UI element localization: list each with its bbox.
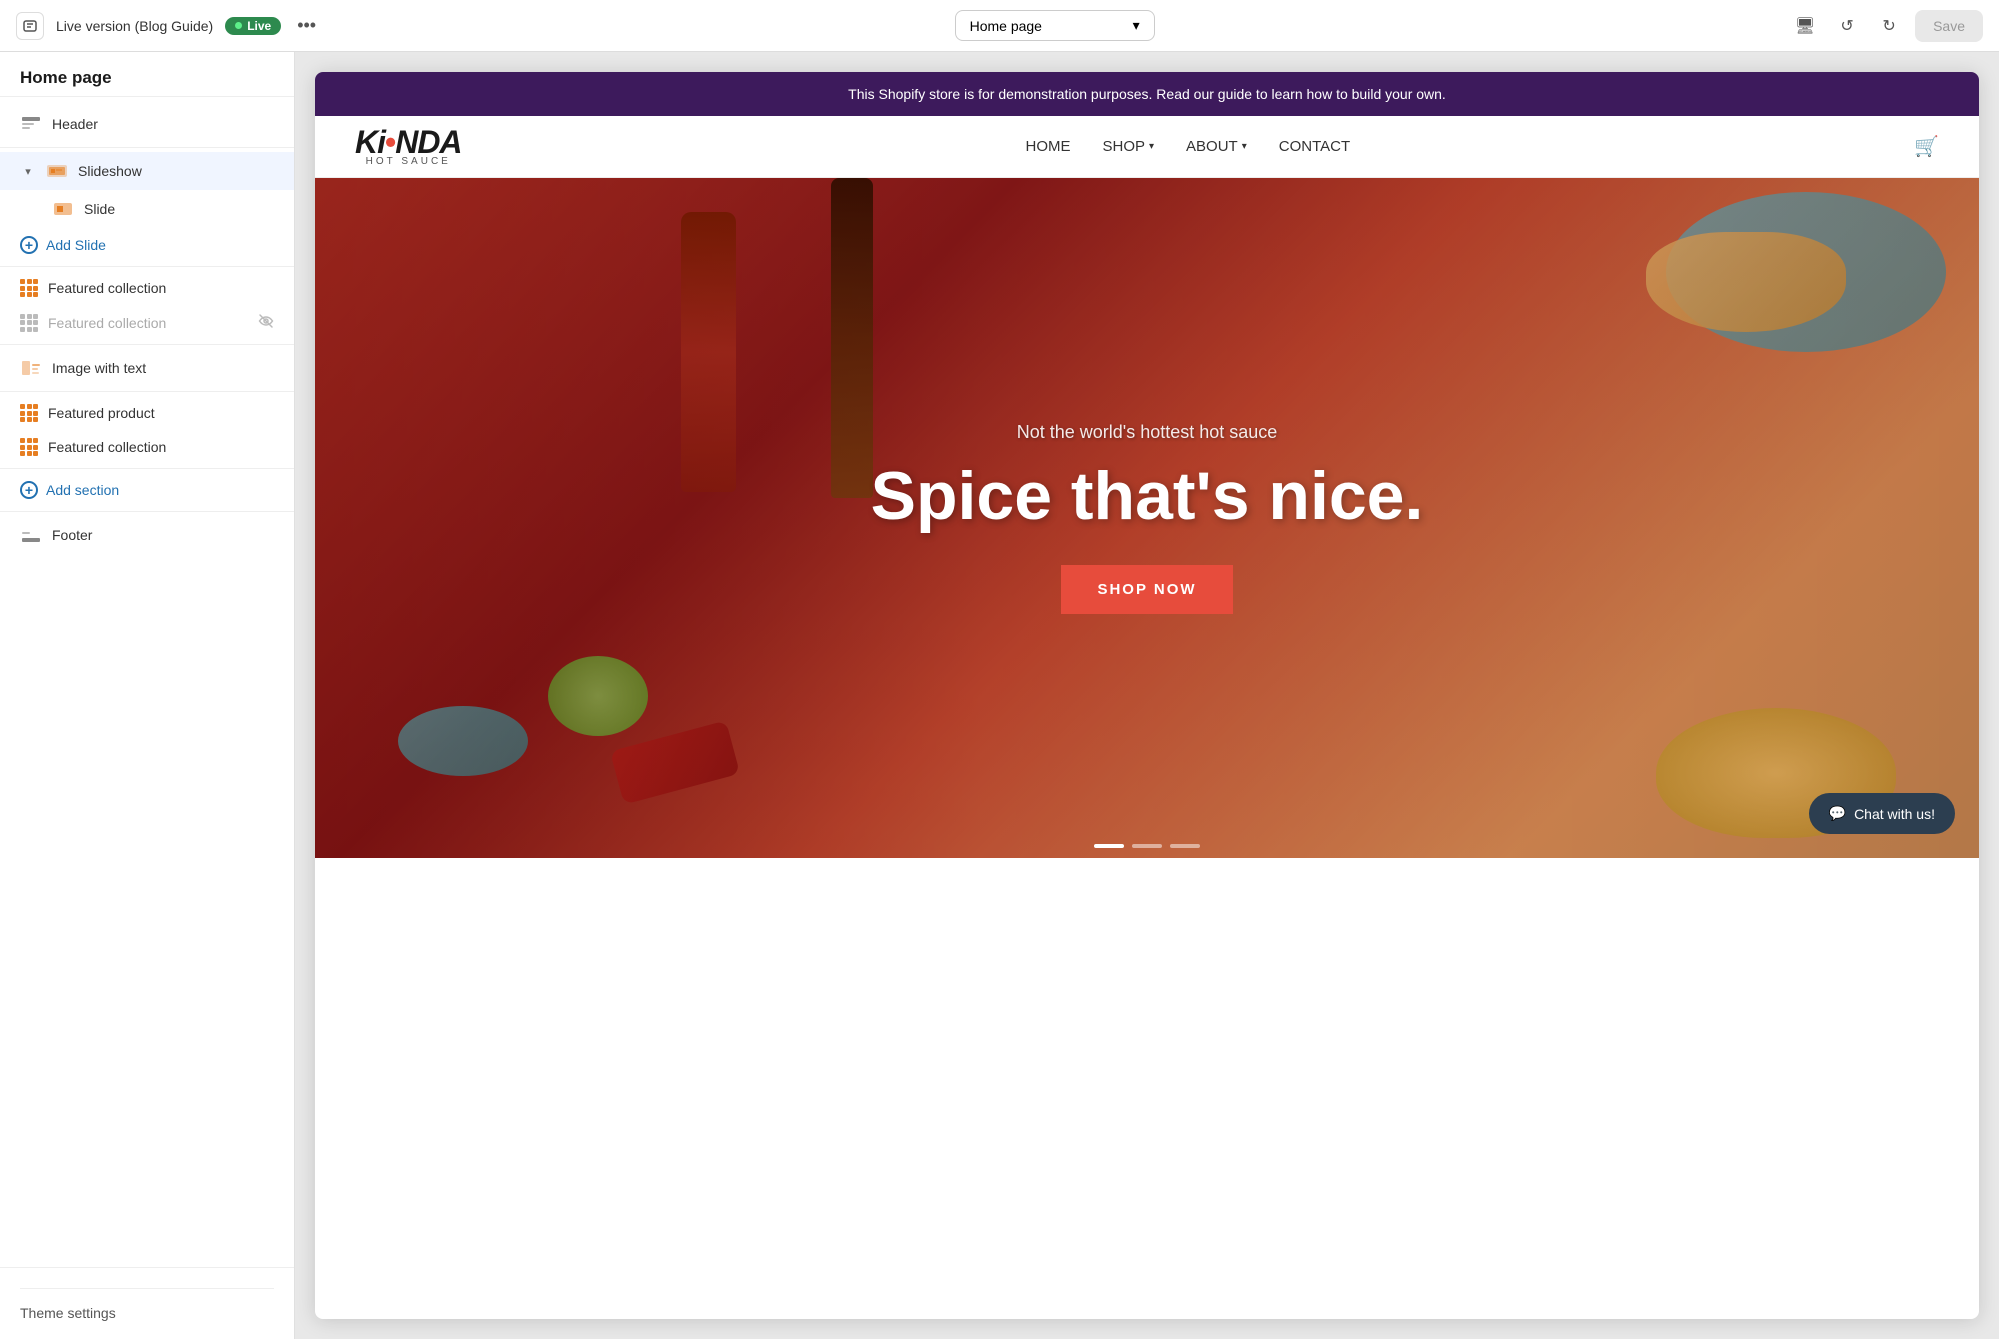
shop-chevron: ▾ (1149, 141, 1154, 152)
divider-1 (0, 147, 294, 148)
header-icon (20, 113, 42, 135)
store-logo-text: Ki•NDA (355, 126, 462, 158)
nav-link-shop[interactable]: SHOP ▾ (1102, 138, 1154, 155)
dot-1[interactable] (1094, 844, 1124, 848)
featured-collection-2-label: Featured collection (48, 315, 248, 331)
image-text-icon (20, 357, 42, 379)
browser-frame: This Shopify store is for demonstration … (315, 72, 1979, 1319)
store-logo: Ki•NDA HOT SAUCE (355, 126, 462, 167)
chat-widget[interactable]: 💬 Chat with us! (1809, 793, 1955, 834)
sidebar-item-featured-collection-1[interactable]: Featured collection (0, 271, 294, 305)
page-selector[interactable]: Home page ▾ (955, 10, 1155, 41)
featured-product-label: Featured product (48, 405, 274, 421)
save-button[interactable]: Save (1915, 10, 1983, 42)
nav-link-home[interactable]: HOME (1025, 138, 1070, 155)
collection-icon-1 (20, 279, 38, 297)
redo-button[interactable]: ↻ (1873, 10, 1905, 42)
sidebar-item-slide[interactable]: Slide (0, 190, 294, 228)
store-nav-links: HOME SHOP ▾ ABOUT ▾ CONTACT (1025, 138, 1350, 155)
divider-4 (0, 391, 294, 392)
undo-button[interactable]: ↺ (1831, 10, 1863, 42)
more-button[interactable]: ••• (293, 15, 320, 36)
slideshow-dots (1094, 844, 1200, 848)
toolbar: Live version (Blog Guide) Live ••• Home … (0, 0, 1999, 52)
back-button[interactable] (16, 12, 44, 40)
add-slide-button[interactable]: + Add Slide (0, 228, 294, 262)
chat-icon: 💬 (1829, 805, 1846, 822)
about-chevron: ▾ (1242, 141, 1247, 152)
toolbar-title: Live version (Blog Guide) (56, 18, 213, 34)
desktop-view-button[interactable]: 🖥 (1789, 10, 1821, 42)
divider-3 (0, 344, 294, 345)
divider-2 (0, 266, 294, 267)
hero-subtitle: Not the world's hottest hot sauce (1017, 422, 1278, 443)
store-logo-sub: HOT SAUCE (366, 156, 451, 167)
plus-icon: + (20, 236, 38, 254)
store-nav: Ki•NDA HOT SAUCE HOME SHOP ▾ ABOUT ▾ CON… (315, 116, 1979, 178)
collection-icon-3 (20, 438, 38, 456)
sidebar-item-featured-collection-3[interactable]: Featured collection (0, 430, 294, 464)
image-with-text-label: Image with text (52, 360, 274, 376)
add-slide-label: Add Slide (46, 237, 106, 253)
chat-label: Chat with us! (1854, 806, 1935, 822)
slide-label: Slide (84, 201, 274, 217)
expand-arrow: ▾ (20, 163, 36, 179)
add-section-button[interactable]: + Add section (0, 473, 294, 507)
divider-6 (0, 511, 294, 512)
sidebar-item-featured-collection-2[interactable]: Featured collection (0, 305, 294, 340)
add-section-label: Add section (46, 482, 119, 498)
sidebar-item-image-with-text[interactable]: Image with text (0, 349, 294, 387)
hero-content: Not the world's hottest hot sauce Spice … (315, 178, 1979, 858)
featured-collection-1-label: Featured collection (48, 280, 274, 296)
add-section-plus-icon: + (20, 481, 38, 499)
live-dot (235, 22, 242, 29)
cart-icon[interactable]: 🛒 (1914, 134, 1939, 159)
hero-slideshow: Not the world's hottest hot sauce Spice … (315, 178, 1979, 858)
slideshow-label: Slideshow (78, 163, 274, 179)
hidden-icon (258, 313, 274, 332)
main-preview: This Shopify store is for demonstration … (295, 52, 1999, 1339)
collection-icon-2 (20, 314, 38, 332)
footer-icon (20, 524, 42, 546)
dot-2[interactable] (1132, 844, 1162, 848)
sidebar-footer: Theme settings (0, 1267, 294, 1339)
header-label: Header (52, 116, 274, 132)
toolbar-center: Home page ▾ (332, 10, 1777, 41)
footer-label: Footer (52, 527, 274, 543)
hero-title: Spice that's nice. (871, 459, 1424, 534)
sidebar-item-header[interactable]: Header (0, 105, 294, 143)
footer-divider (20, 1288, 274, 1289)
dot-3[interactable] (1170, 844, 1200, 848)
toolbar-actions: 🖥 ↺ ↻ Save (1789, 10, 1983, 42)
divider-5 (0, 468, 294, 469)
sidebar-item-footer[interactable]: Footer (0, 516, 294, 554)
store-banner: This Shopify store is for demonstration … (315, 72, 1979, 116)
theme-settings-link[interactable]: Theme settings (20, 1305, 116, 1321)
nav-link-contact[interactable]: CONTACT (1279, 138, 1350, 155)
sidebar-item-slideshow[interactable]: ▾ Slideshow (0, 152, 294, 190)
sidebar-page-title: Home page (0, 52, 294, 97)
store-banner-text: This Shopify store is for demonstration … (848, 86, 1446, 102)
slide-icon (52, 198, 74, 220)
featured-collection-3-label: Featured collection (48, 439, 274, 455)
logo-dot: • (385, 124, 395, 160)
sidebar: Home page Header ▾ (0, 52, 295, 1339)
hero-cta-button[interactable]: SHOP NOW (1061, 565, 1232, 614)
main-layout: Home page Header ▾ (0, 0, 1999, 1339)
live-badge: Live (225, 17, 281, 35)
slideshow-icon (46, 160, 68, 182)
nav-link-about[interactable]: ABOUT ▾ (1186, 138, 1247, 155)
sidebar-item-featured-product[interactable]: Featured product (0, 396, 294, 430)
sidebar-items: Header ▾ Slideshow Sli (0, 97, 294, 1267)
product-icon (20, 404, 38, 422)
